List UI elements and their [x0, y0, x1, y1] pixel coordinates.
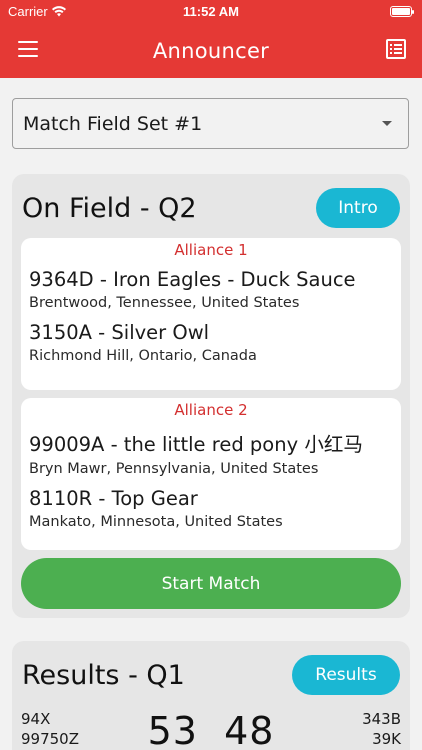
results-button[interactable]: Results: [292, 655, 400, 695]
results-right-teams: 343B 39K: [362, 709, 401, 749]
result-team: 343B: [362, 710, 401, 728]
team-entry: 8110R - Top Gear Mankato, Minnesota, Uni…: [21, 487, 401, 530]
team-name: 9364D - Iron Eagles - Duck Sauce: [29, 268, 356, 291]
results-score: 53 48: [147, 709, 275, 750]
app-header: Carrier 11:52 AM Announcer: [0, 0, 422, 78]
hamburger-menu-icon[interactable]: [18, 41, 38, 57]
team-location: Richmond Hill, Ontario, Canada: [29, 348, 257, 364]
alliance-label: Alliance 1: [174, 241, 248, 259]
result-team: 39K: [372, 730, 401, 748]
team-entry: 99009A - the little red pony 小红马 Bryn Ma…: [21, 428, 401, 477]
match-field-dropdown[interactable]: Match Field Set #1: [12, 98, 409, 149]
app-bar: Announcer: [0, 24, 422, 78]
results-title: Results - Q1: [22, 659, 185, 691]
team-name: 3150A - Silver Owl: [29, 321, 210, 344]
team-entry: 9364D - Iron Eagles - Duck Sauce Brentwo…: [21, 268, 401, 311]
status-bar: Carrier 11:52 AM: [0, 0, 422, 24]
chevron-down-icon: [382, 121, 392, 126]
alliance-1-panel: Alliance 1 9364D - Iron Eagles - Duck Sa…: [21, 238, 401, 390]
start-match-button[interactable]: Start Match: [21, 558, 401, 609]
team-location: Brentwood, Tennessee, United States: [29, 295, 300, 311]
list-icon[interactable]: [386, 39, 406, 59]
team-name: 8110R - Top Gear: [29, 487, 198, 510]
alliance-2-panel: Alliance 2 99009A - the little red pony …: [21, 398, 401, 550]
status-time: 11:52 AM: [183, 4, 239, 19]
team-entry: 3150A - Silver Owl Richmond Hill, Ontari…: [21, 321, 401, 364]
intro-button[interactable]: Intro: [316, 188, 400, 228]
match-field-value: Match Field Set #1: [23, 112, 203, 135]
on-field-header: On Field - Q2 Intro: [22, 186, 400, 230]
team-location: Mankato, Minnesota, United States: [29, 514, 283, 530]
alliance-label: Alliance 2: [174, 401, 248, 419]
team-name: 99009A - the little red pony 小红马: [29, 433, 363, 456]
page-title: Announcer: [152, 39, 270, 63]
results-card: Results - Q1 Results 94X 99750Z 53 48 34…: [12, 641, 410, 750]
team-location: Bryn Mawr, Pennsylvania, United States: [29, 461, 319, 477]
results-header: Results - Q1 Results: [22, 653, 400, 697]
on-field-title: On Field - Q2: [22, 192, 197, 224]
battery-icon: [390, 6, 414, 17]
on-field-card: On Field - Q2 Intro Alliance 1 9364D - I…: [12, 174, 410, 618]
